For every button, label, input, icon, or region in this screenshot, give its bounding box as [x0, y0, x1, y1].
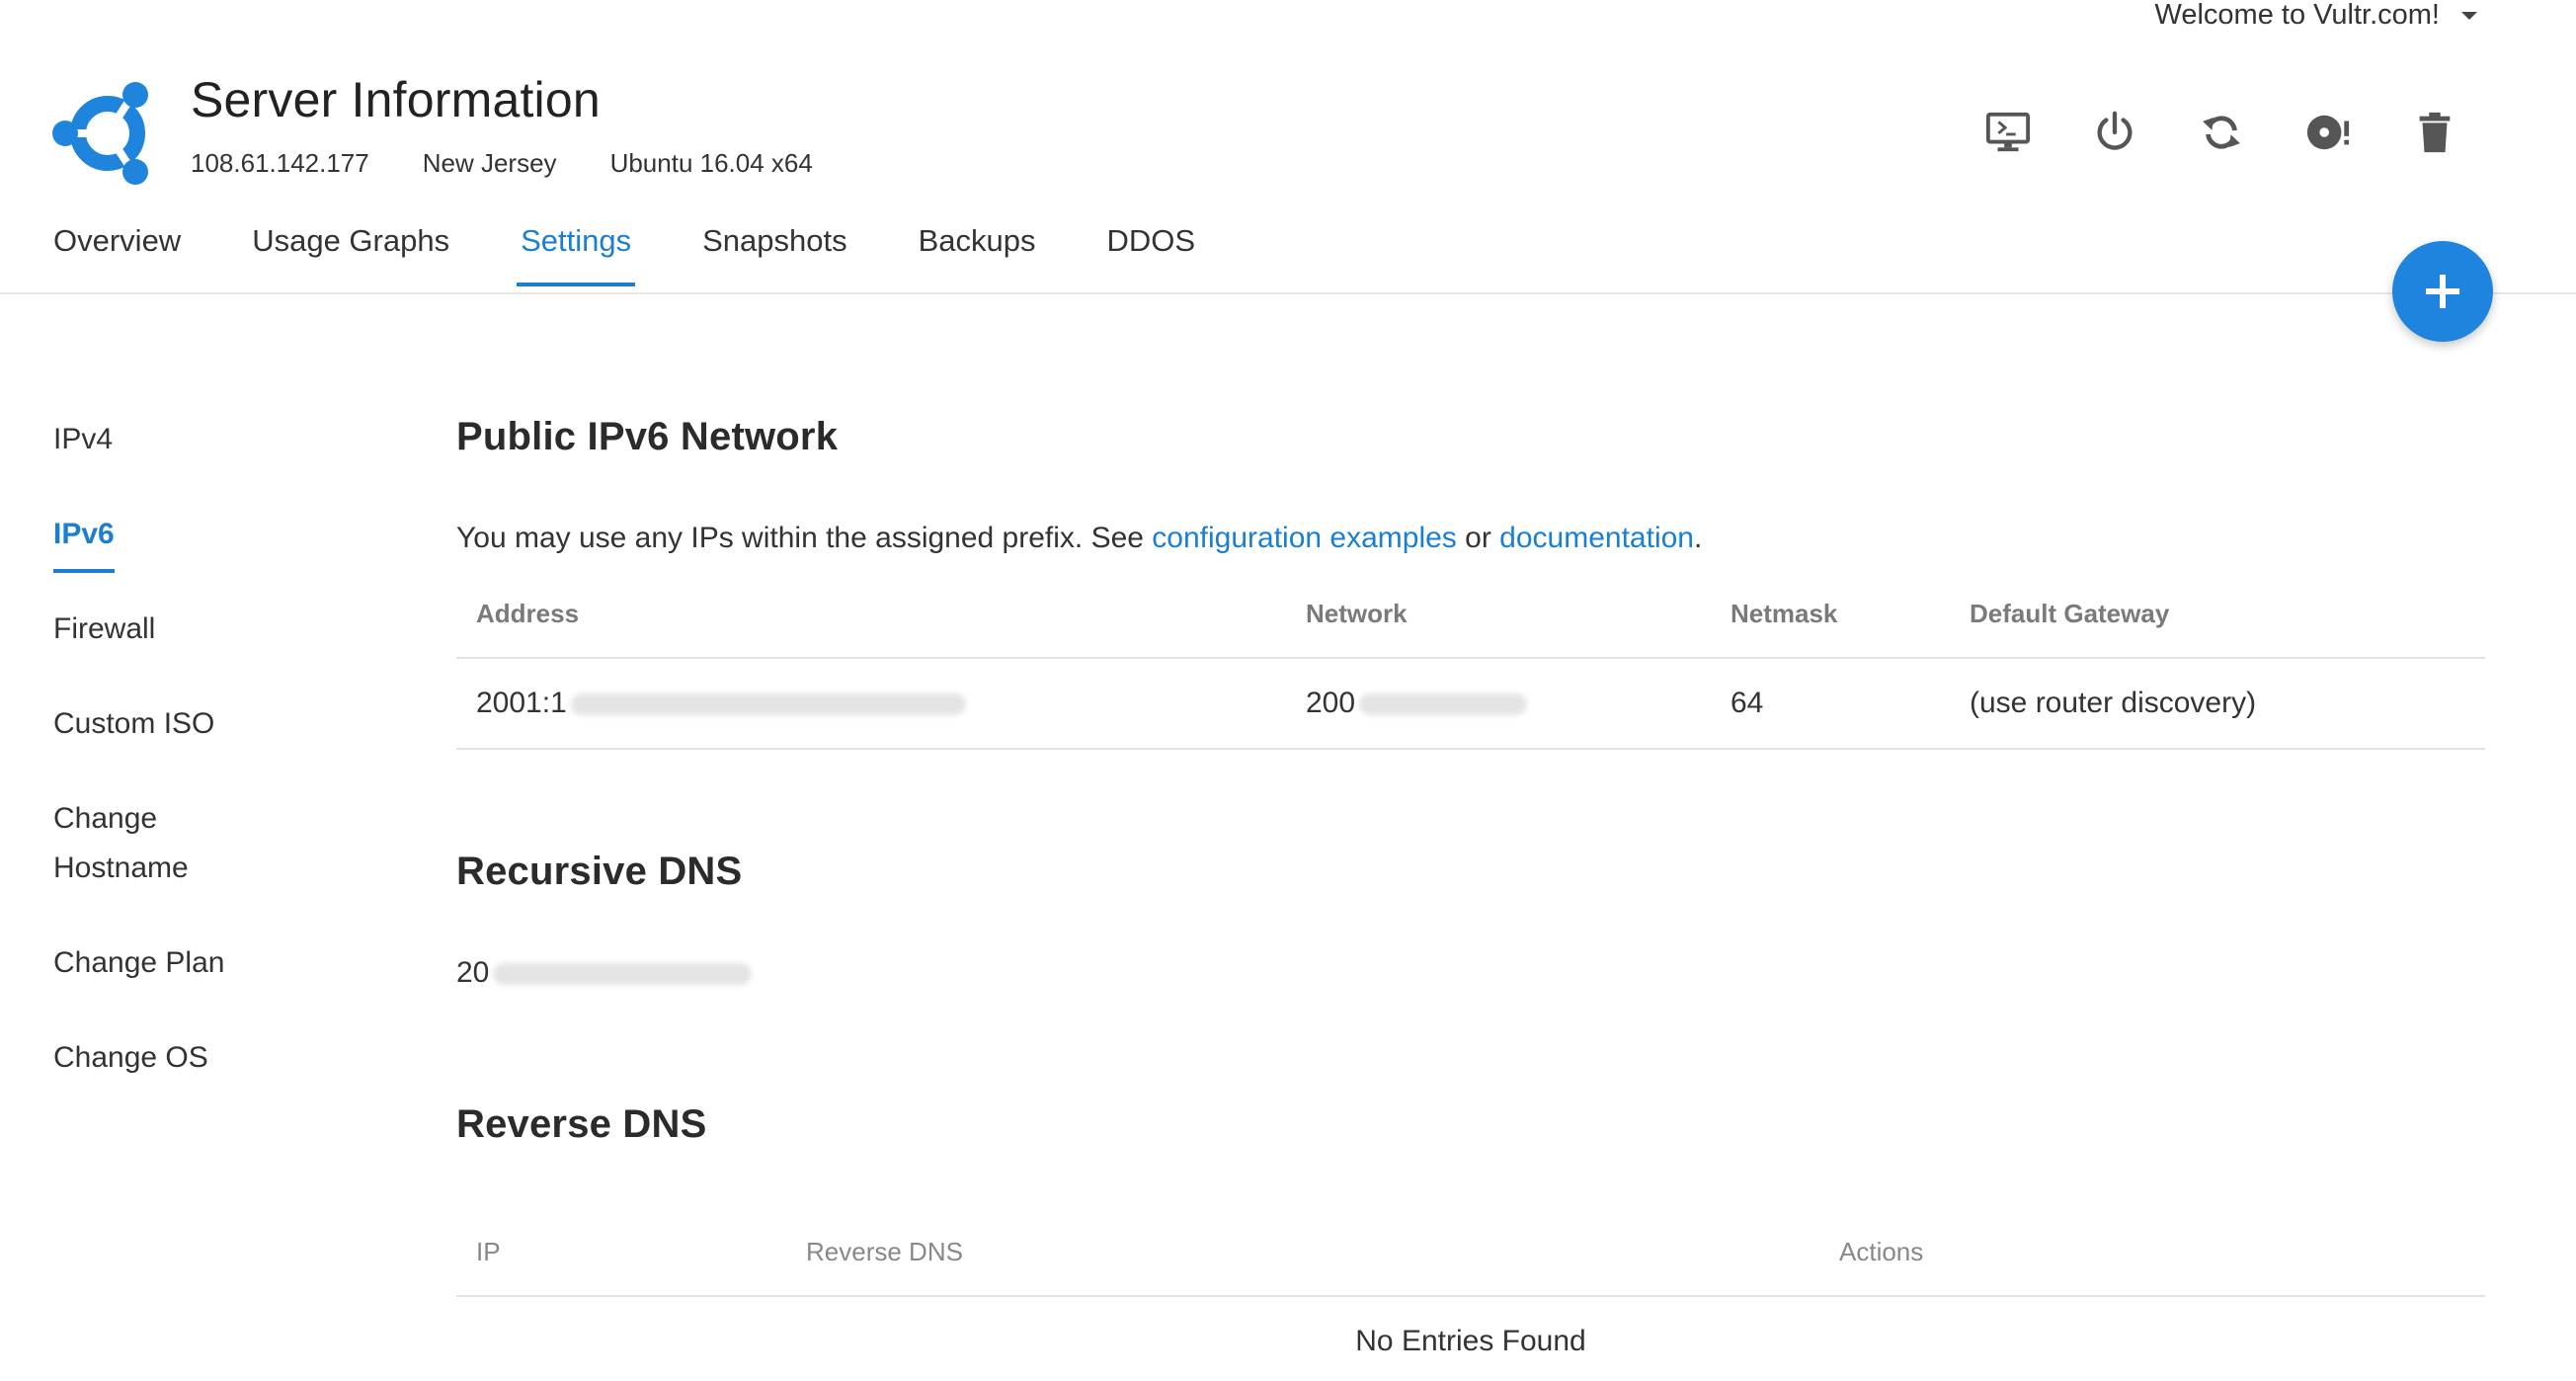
ipv6-table: Address Network Netmask Default Gateway … [456, 571, 2485, 750]
ipv6-network: 200 [1306, 687, 1356, 719]
tab-snapshots[interactable]: Snapshots [702, 223, 847, 286]
ipv6-desc-prefix: You may use any IPs within the assigned … [456, 522, 1153, 554]
add-button[interactable] [2392, 241, 2493, 342]
disc-alert-icon [2306, 115, 2350, 150]
redacted-text [1359, 693, 1528, 716]
sidenav-item-change-plan[interactable]: Change Plan [53, 938, 224, 988]
redacted-text [570, 693, 966, 716]
ipv6-netmask: 64 [1711, 658, 1950, 750]
tab-ddos[interactable]: DDOS [1107, 223, 1196, 286]
caret-down-icon [2461, 12, 2477, 20]
tab-divider [0, 292, 2576, 294]
sidenav-item-custom-iso[interactable]: Custom ISO [53, 699, 214, 749]
ipv6-desc-mid: or [1456, 522, 1500, 554]
recursive-dns-value-row: 20 [456, 956, 753, 990]
server-reinstall-button[interactable] [2298, 103, 2358, 162]
power-icon [2097, 111, 2133, 150]
server-restart-button[interactable] [2192, 103, 2251, 162]
view-console-button[interactable] [1978, 103, 2038, 162]
empty-state: No Entries Found [1355, 1324, 1586, 1357]
server-ip: 108.61.142.177 [191, 148, 369, 178]
ipv6-table-header: Address Network Netmask Default Gateway [456, 571, 2485, 659]
table-row: 2001:1 200 64 (use router discovery) [456, 658, 2485, 750]
user-menu[interactable]: Welcome to Vultr.com! [2154, 0, 2477, 31]
sidenav-item-firewall[interactable]: Firewall [53, 605, 155, 654]
ipv6-description: You may use any IPs within the assigned … [456, 522, 1702, 555]
recursive-dns-heading: Recursive DNS [456, 850, 743, 893]
sidenav-item-change-hostname[interactable]: Change Hostname [53, 794, 189, 893]
sidenav-item-ipv6[interactable]: IPv6 [53, 510, 115, 573]
sidenav-item-change-os[interactable]: Change OS [53, 1033, 208, 1083]
sidenav-item-ipv4[interactable]: IPv4 [53, 415, 113, 464]
server-meta: 108.61.142.177 New Jersey Ubuntu 16.04 x… [191, 148, 813, 179]
monitor-console-icon [1985, 112, 2031, 152]
refresh-icon [2203, 116, 2240, 149]
column-header-address: Address [456, 571, 1286, 659]
column-header-default-gateway: Default Gateway [1950, 571, 2485, 659]
server-stop-button[interactable] [2085, 103, 2144, 162]
configuration-examples-link[interactable]: configuration examples [1152, 522, 1457, 554]
ipv6-desc-suffix: . [1693, 522, 1703, 554]
column-header-reverse-dns: Reverse DNS [786, 1209, 1819, 1297]
column-header-netmask: Netmask [1711, 571, 1950, 659]
tab-settings[interactable]: Settings [517, 223, 636, 286]
ipv6-network-cell: 200 [1286, 658, 1711, 750]
table-row: No Entries Found [456, 1296, 2485, 1381]
tab-usage-graphs[interactable]: Usage Graphs [252, 223, 449, 286]
column-header-ip: IP [456, 1209, 786, 1297]
welcome-text: Welcome to Vultr.com! [2154, 0, 2441, 31]
tab-bar: Overview Usage Graphs Settings Snapshots… [53, 223, 1195, 286]
ubuntu-logo-icon [51, 79, 160, 188]
page-title: Server Information [191, 72, 601, 127]
ipv6-address: 2001:1 [476, 687, 567, 719]
documentation-link[interactable]: documentation [1499, 522, 1694, 554]
tab-backups[interactable]: Backups [919, 223, 1036, 286]
trash-icon [2419, 112, 2451, 153]
ipv6-gateway: (use router discovery) [1950, 658, 2485, 750]
reverse-dns-table: IP Reverse DNS Actions No Entries Found [456, 1209, 2485, 1381]
column-header-network: Network [1286, 571, 1711, 659]
reverse-dns-table-header: IP Reverse DNS Actions [456, 1209, 2485, 1297]
server-os: Ubuntu 16.04 x64 [609, 148, 813, 178]
column-header-actions: Actions [1819, 1209, 2485, 1297]
server-destroy-button[interactable] [2405, 103, 2464, 162]
ipv6-address-cell: 2001:1 [456, 658, 1286, 750]
tab-overview[interactable]: Overview [53, 223, 181, 286]
recursive-dns-value: 20 [456, 956, 490, 989]
reverse-dns-heading: Reverse DNS [456, 1102, 707, 1146]
server-location: New Jersey [422, 148, 557, 178]
plus-icon [2426, 275, 2459, 308]
redacted-text [493, 963, 753, 986]
ipv6-heading: Public IPv6 Network [456, 415, 839, 458]
